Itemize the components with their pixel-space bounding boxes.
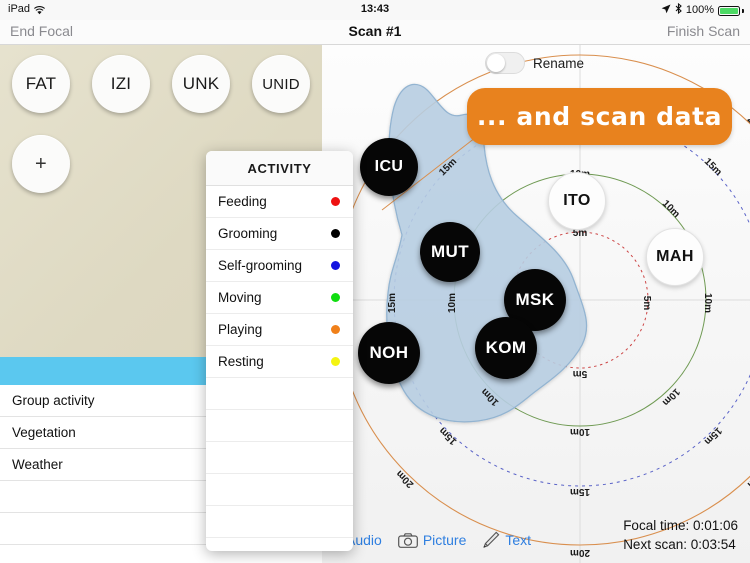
setting-label: Group activity: [12, 393, 95, 408]
svg-text:5m: 5m: [573, 368, 588, 379]
activity-item-feeding[interactable]: Feeding: [206, 186, 353, 218]
picture-label: Picture: [422, 532, 467, 548]
status-bar-right: 100%: [661, 2, 744, 17]
activity-item-empty: [206, 410, 353, 442]
focal-time: Focal time: 0:01:06: [623, 517, 738, 533]
activity-item-moving[interactable]: Moving: [206, 282, 353, 314]
activity-color-dot: [331, 229, 340, 238]
svg-text:20m: 20m: [394, 468, 416, 490]
svg-text:20m: 20m: [745, 114, 750, 136]
status-bar-time: 13:43: [360, 3, 390, 15]
map-pane[interactable]: 5m 5m 5m 5m 10m 10m 10m 10m 10m 10m 10m …: [322, 45, 750, 563]
marker-mut[interactable]: MUT: [420, 222, 480, 282]
setting-label: Weather: [12, 457, 63, 472]
id-button-unid[interactable]: UNID: [252, 55, 310, 113]
battery-full-icon: [718, 6, 740, 16]
activity-color-dot: [331, 261, 340, 270]
media-action-bar: Audio Picture Text: [346, 531, 531, 549]
activity-color-dot: [331, 293, 340, 302]
timers-block: Focal time: 0:01:06 Next scan: 0:03:54: [623, 516, 738, 555]
picture-button[interactable]: Picture: [397, 532, 467, 548]
marker-icu[interactable]: ICU: [360, 138, 418, 196]
activity-popover: ACTIVITY Feeding Grooming Self-grooming …: [206, 151, 353, 551]
text-button[interactable]: Text: [482, 531, 531, 549]
rename-toggle[interactable]: [485, 52, 525, 74]
next-scan-time: Next scan: 0:03:54: [623, 537, 736, 553]
camera-icon: [397, 532, 418, 548]
activity-label: Self-grooming: [218, 258, 303, 273]
bluetooth-icon: [675, 2, 682, 17]
activity-color-dot: [331, 197, 340, 206]
activity-item-grooming[interactable]: Grooming: [206, 218, 353, 250]
activity-popover-header: ACTIVITY: [206, 151, 353, 186]
activity-color-dot: [331, 357, 340, 366]
activity-item-playing[interactable]: Playing: [206, 314, 353, 346]
activity-label: Feeding: [218, 194, 267, 209]
activity-item-empty: [206, 538, 353, 551]
page-title: Scan #1: [348, 23, 402, 39]
activity-item-empty: [206, 506, 353, 538]
nav-bar: End Focal Scan #1 Finish Scan: [0, 20, 750, 45]
scan-data-callout: ... and scan data: [467, 88, 732, 145]
svg-text:10m: 10m: [447, 293, 458, 313]
activity-item-empty: [206, 378, 353, 410]
activity-label: Grooming: [218, 226, 278, 241]
id-button-unk[interactable]: UNK: [172, 55, 230, 113]
activity-label: Moving: [218, 290, 262, 305]
setting-label: Vegetation: [12, 425, 76, 440]
svg-text:15m: 15m: [387, 293, 398, 313]
svg-text:15m: 15m: [437, 425, 459, 447]
svg-text:10m: 10m: [570, 426, 590, 437]
status-bar: iPad 13:43 100%: [0, 0, 750, 20]
svg-text:15m: 15m: [702, 425, 724, 447]
svg-text:15m: 15m: [702, 156, 724, 178]
activity-color-dot: [331, 325, 340, 334]
add-id-button[interactable]: +: [12, 135, 70, 193]
battery-percent: 100%: [685, 4, 714, 16]
toggle-knob: [487, 54, 505, 72]
svg-text:5m: 5m: [641, 296, 652, 311]
activity-item-self-grooming[interactable]: Self-grooming: [206, 250, 353, 282]
marker-noh[interactable]: NOH: [358, 322, 420, 384]
rename-label: Rename: [533, 55, 585, 71]
activity-item-empty: [206, 474, 353, 506]
id-button-izi[interactable]: IZI: [92, 55, 150, 113]
svg-text:20m: 20m: [570, 547, 590, 558]
svg-text:15m: 15m: [570, 486, 590, 497]
activity-item-resting[interactable]: Resting: [206, 346, 353, 378]
marker-kom[interactable]: KOM: [475, 317, 537, 379]
activity-label: Playing: [218, 322, 263, 337]
svg-text:10m: 10m: [660, 198, 682, 220]
marker-mah[interactable]: MAH: [646, 228, 704, 286]
rename-toggle-row[interactable]: Rename: [485, 52, 584, 74]
app-root: iPad 13:43 100% End Focal Scan #1 Finish…: [0, 0, 750, 563]
marker-ito[interactable]: ITO: [548, 172, 606, 230]
text-label: Text: [505, 532, 532, 548]
svg-text:10m: 10m: [702, 293, 713, 313]
id-button-fat[interactable]: FAT: [12, 55, 70, 113]
location-arrow-icon: [661, 4, 671, 17]
activity-label: Resting: [218, 354, 264, 369]
activity-item-empty: [206, 442, 353, 474]
pencil-icon: [482, 531, 500, 549]
finish-scan-button[interactable]: Finish Scan: [667, 23, 740, 39]
svg-text:10m: 10m: [660, 386, 682, 408]
